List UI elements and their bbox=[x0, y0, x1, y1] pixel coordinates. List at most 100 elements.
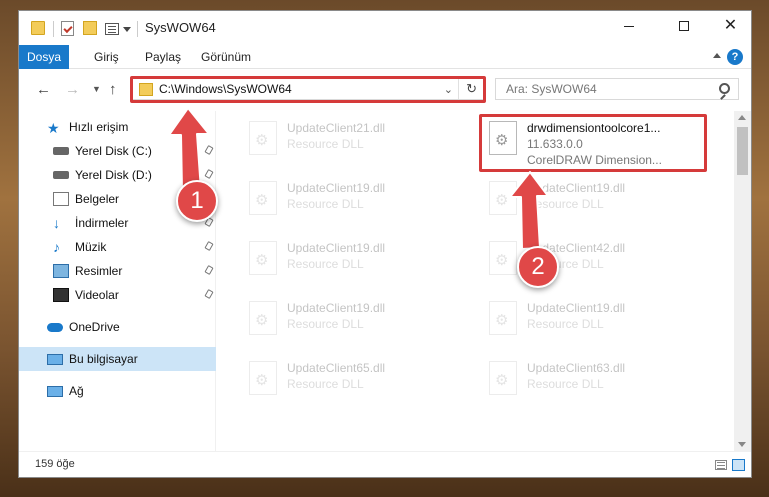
tab-file[interactable]: Dosya bbox=[19, 45, 69, 69]
file-name: UpdateClient65.dll bbox=[287, 361, 386, 375]
search-input[interactable]: Ara: SysWOW64 bbox=[495, 78, 739, 100]
search-placeholder: Ara: SysWOW64 bbox=[506, 82, 597, 96]
sidebar-item-label: Hızlı erişim bbox=[69, 120, 129, 134]
large-icons-view-icon[interactable] bbox=[732, 459, 745, 471]
videos-icon bbox=[53, 288, 69, 302]
sidebar-item-onedrive[interactable]: OneDrive bbox=[19, 315, 216, 339]
file-name: UpdateClient63.dll bbox=[527, 361, 626, 375]
vertical-scrollbar[interactable] bbox=[734, 111, 751, 451]
dll-file-icon bbox=[249, 241, 277, 275]
back-button[interactable]: ← bbox=[36, 81, 51, 98]
file-item[interactable]: UpdateClient19.dll Resource DLL bbox=[241, 235, 467, 287]
sidebar-item-label: İndirmeler bbox=[75, 216, 129, 230]
step-1-badge: 1 bbox=[176, 180, 218, 222]
file-type: Resource DLL bbox=[527, 197, 604, 211]
sidebar-item-label: Belgeler bbox=[75, 192, 120, 206]
sidebar-item-network[interactable]: Ağ bbox=[19, 379, 216, 403]
divider bbox=[53, 21, 54, 37]
sidebar-item-disk-c[interactable]: Yerel Disk (C:) bbox=[19, 139, 216, 163]
dll-file-icon bbox=[489, 241, 517, 275]
drive-icon bbox=[53, 171, 69, 179]
file-name: UpdateClient19.dll bbox=[287, 301, 386, 315]
pin-icon[interactable] bbox=[204, 145, 214, 155]
highlight-box-file bbox=[479, 114, 707, 172]
sidebar-item-label: Bu bilgisayar bbox=[69, 352, 138, 366]
dll-file-icon bbox=[489, 361, 517, 395]
download-icon: ↓ bbox=[53, 215, 60, 231]
file-item[interactable]: UpdateClient21.dll Resource DLL bbox=[241, 115, 467, 167]
file-type: Resource DLL bbox=[527, 317, 604, 331]
sidebar-item-label: OneDrive bbox=[69, 320, 120, 334]
minimize-icon bbox=[623, 25, 634, 27]
expand-ribbon-icon[interactable] bbox=[713, 53, 721, 58]
up-button[interactable]: ↑ bbox=[109, 81, 117, 98]
documents-icon bbox=[53, 192, 69, 206]
tab-share[interactable]: Paylaş bbox=[145, 45, 181, 69]
forward-button[interactable]: → bbox=[65, 81, 80, 98]
drive-icon bbox=[53, 147, 69, 155]
star-icon: ★ bbox=[47, 120, 60, 136]
step-2-badge: 2 bbox=[517, 246, 559, 288]
file-item[interactable]: UpdateClient19.dll Resource DLL bbox=[481, 295, 707, 347]
file-item[interactable]: UpdateClient19.dll Resource DLL bbox=[481, 175, 707, 227]
pictures-icon bbox=[53, 264, 69, 278]
file-type: Resource DLL bbox=[287, 377, 364, 391]
navigation-pane: ★ Hızlı erişim Yerel Disk (C:) Yerel Dis… bbox=[19, 111, 216, 451]
status-bar: 159 öğe bbox=[19, 451, 751, 477]
sidebar-item-label: Videolar bbox=[75, 288, 119, 302]
file-item[interactable]: UpdateClient19.dll Resource DLL bbox=[241, 295, 467, 347]
maximize-button[interactable] bbox=[661, 11, 706, 41]
divider bbox=[137, 21, 138, 37]
tab-home[interactable]: Giriş bbox=[94, 45, 119, 69]
explorer-window: SysWOW64 ✕ Dosya Giriş Paylaş Görünüm ? … bbox=[18, 10, 752, 478]
dll-file-icon bbox=[249, 301, 277, 335]
sidebar-item-quick-access[interactable]: ★ Hızlı erişim bbox=[19, 115, 216, 139]
help-icon[interactable]: ? bbox=[727, 49, 743, 65]
file-item[interactable]: UpdateClient65.dll Resource DLL bbox=[241, 355, 467, 407]
file-item[interactable]: UpdateClient19.dll Resource DLL bbox=[241, 175, 467, 227]
music-icon: ♪ bbox=[53, 239, 60, 255]
scroll-down-icon[interactable] bbox=[738, 442, 746, 447]
pin-icon[interactable] bbox=[204, 169, 214, 179]
recent-locations-icon[interactable]: ▼ bbox=[92, 84, 101, 94]
folder-icon[interactable] bbox=[31, 21, 45, 35]
navigation-bar: ← → ▼ ↑ C:\Windows\SysWOW64 ⌄ ↻ Ara: Sys… bbox=[19, 70, 751, 108]
sidebar-item-videos[interactable]: Videolar bbox=[19, 283, 216, 307]
ribbon-tabs: Dosya Giriş Paylaş Görünüm ? bbox=[19, 45, 751, 69]
file-name: UpdateClient19.dll bbox=[527, 181, 626, 195]
cloud-icon bbox=[47, 322, 63, 332]
sidebar-item-this-pc[interactable]: Bu bilgisayar bbox=[19, 347, 216, 371]
details-view-icon[interactable] bbox=[715, 460, 727, 470]
sidebar-item-label: Ağ bbox=[69, 384, 84, 398]
pin-icon[interactable] bbox=[204, 265, 214, 275]
maximize-icon bbox=[678, 21, 689, 31]
pin-icon[interactable] bbox=[204, 289, 214, 299]
properties-icon[interactable] bbox=[61, 21, 74, 36]
computer-icon bbox=[47, 353, 63, 365]
tab-view[interactable]: Görünüm bbox=[201, 45, 251, 69]
sidebar-item-label: Müzik bbox=[75, 240, 107, 254]
dll-file-icon bbox=[249, 181, 277, 215]
search-icon bbox=[719, 83, 730, 94]
file-item[interactable]: UpdateClient63.dll Resource DLL bbox=[481, 355, 707, 407]
sidebar-item-pictures[interactable]: Resimler bbox=[19, 259, 216, 283]
scroll-up-icon[interactable] bbox=[738, 115, 746, 120]
sidebar-item-music[interactable]: ♪ Müzik bbox=[19, 235, 216, 259]
close-button[interactable]: ✕ bbox=[708, 11, 751, 41]
sidebar-item-label: Yerel Disk (D:) bbox=[75, 168, 152, 182]
minimize-button[interactable] bbox=[606, 11, 651, 41]
file-name: UpdateClient21.dll bbox=[287, 121, 386, 135]
file-type: Resource DLL bbox=[287, 197, 364, 211]
file-type: Resource DLL bbox=[527, 377, 604, 391]
file-name: UpdateClient19.dll bbox=[287, 241, 386, 255]
file-list: UpdateClient21.dll Resource DLL drwdimen… bbox=[217, 111, 735, 451]
scroll-thumb[interactable] bbox=[737, 127, 748, 175]
new-folder-icon[interactable] bbox=[83, 21, 97, 35]
dll-file-icon bbox=[489, 181, 517, 215]
view-icon[interactable] bbox=[105, 23, 119, 35]
file-item[interactable]: UpdateClient42.dll Resource DLL bbox=[481, 235, 707, 287]
window-title: SysWOW64 bbox=[145, 20, 216, 35]
pin-icon[interactable] bbox=[204, 241, 214, 251]
chevron-down-icon[interactable] bbox=[123, 27, 131, 32]
file-name: UpdateClient19.dll bbox=[287, 181, 386, 195]
